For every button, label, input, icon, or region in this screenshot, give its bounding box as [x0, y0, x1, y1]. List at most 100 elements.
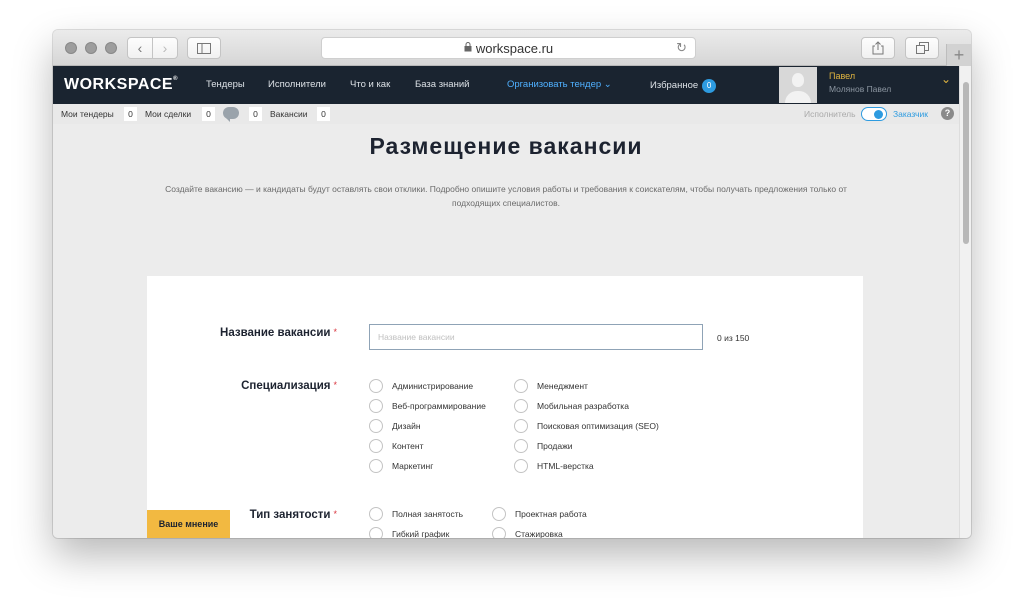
close-window-button[interactable]	[65, 42, 77, 54]
role-executor-label[interactable]: Исполнитель	[804, 109, 856, 119]
browser-window: ‹ › workspace.ru ↻ + WORKSPACE® Тендеры …	[53, 30, 971, 538]
employment-option[interactable]: Проектная работа	[492, 507, 587, 521]
specialization-option[interactable]: Администрирование	[369, 379, 473, 393]
employment-option[interactable]: Гибкий график	[369, 527, 449, 538]
specialization-option-label: Менеджмент	[537, 381, 588, 391]
employment-option-label: Стажировка	[515, 529, 563, 538]
specialization-option-label: Контент	[392, 441, 424, 451]
radio-button[interactable]	[369, 379, 383, 393]
page-title: Размещение вакансии	[369, 133, 643, 159]
role-customer-label[interactable]: Заказчик	[893, 109, 928, 119]
vacancy-name-label-text: Название вакансии	[220, 327, 331, 339]
specialization-label-text: Специализация	[241, 380, 331, 392]
forward-button[interactable]: ›	[152, 37, 178, 59]
required-mark: *	[333, 509, 337, 519]
radio-button[interactable]	[492, 527, 506, 538]
radio-button[interactable]	[514, 379, 528, 393]
specialization-option[interactable]: Веб-программирование	[369, 399, 486, 413]
address-url: workspace.ru	[475, 40, 554, 56]
radio-button[interactable]	[369, 419, 383, 433]
specialization-label: Специализация *	[147, 380, 337, 392]
radio-button[interactable]	[514, 439, 528, 453]
specialization-option[interactable]: Менеджмент	[514, 379, 588, 393]
avatar[interactable]	[779, 67, 817, 103]
vacancies-count: 0	[317, 107, 330, 121]
radio-button[interactable]	[369, 507, 383, 521]
chevron-right-icon: ›	[162, 40, 168, 56]
vacancy-name-counter: 0 из 150	[717, 333, 750, 343]
radio-button[interactable]	[369, 459, 383, 473]
favorites-count-badge: 0	[702, 79, 717, 93]
nav-how-to[interactable]: Что и как	[350, 79, 390, 90]
role-toggle[interactable]	[861, 107, 887, 121]
radio-button[interactable]	[369, 399, 383, 413]
logo-mark: ®	[173, 76, 179, 82]
page-content: Размещение вакансии Создайте вакансию — …	[53, 124, 959, 538]
user-full-name: Молянов Павел	[829, 84, 892, 94]
nav-organize-tender[interactable]: Организовать тендер ⌄	[507, 79, 612, 90]
help-icon[interactable]: ?	[941, 107, 954, 120]
specialization-option-label: Маркетинг	[392, 461, 434, 471]
employment-option[interactable]: Стажировка	[492, 527, 563, 538]
radio-button[interactable]	[514, 419, 528, 433]
radio-button[interactable]	[514, 459, 528, 473]
employment-option[interactable]: Полная занятость	[369, 507, 463, 521]
user-menu-chevron-icon[interactable]: ⌄	[941, 72, 951, 86]
radio-button[interactable]	[369, 527, 383, 538]
share-icon	[872, 41, 884, 55]
nav-executors[interactable]: Исполнители	[268, 79, 326, 90]
chat-icon[interactable]	[223, 107, 239, 122]
tabs-icon	[915, 42, 929, 54]
back-button[interactable]: ‹	[127, 37, 153, 59]
nav-tenders[interactable]: Тендеры	[206, 79, 245, 90]
specialization-option[interactable]: Поисковая оптимизация (SEO)	[514, 419, 659, 433]
avatar-body-icon	[785, 91, 811, 103]
page-description: Создайте вакансию — и кандидаты будут ос…	[165, 184, 847, 208]
specialization-option-label: HTML-верстка	[537, 461, 594, 471]
specialization-option[interactable]: Маркетинг	[369, 459, 433, 473]
nav-knowledge-base[interactable]: База знаний	[415, 79, 469, 90]
page-scrollbar[interactable]	[959, 66, 971, 538]
specialization-option[interactable]: HTML-верстка	[514, 459, 594, 473]
specialization-option-label: Администрирование	[392, 381, 474, 391]
required-mark: *	[333, 380, 337, 390]
specialization-option[interactable]: Мобильная разработка	[514, 399, 629, 413]
employment-option-label: Полная занятость	[392, 509, 464, 519]
maximize-window-button[interactable]	[105, 42, 117, 54]
vacancy-name-input[interactable]	[369, 324, 703, 350]
specialization-option[interactable]: Контент	[369, 439, 424, 453]
user-name[interactable]: Павел	[829, 71, 855, 81]
employment-option-label: Гибкий график	[392, 529, 450, 538]
sidebar-toggle-button[interactable]	[187, 37, 221, 59]
organize-label: Организовать тендер	[507, 79, 602, 90]
reload-icon[interactable]: ↻	[676, 40, 687, 56]
toggle-knob	[874, 110, 883, 119]
browser-titlebar: ‹ › workspace.ru ↻ +	[53, 30, 971, 66]
vacancies-link[interactable]: Вакансии	[270, 109, 307, 119]
vacancy-form: Название вакансии* 0 из 150 Специализаци…	[147, 276, 863, 538]
radio-button[interactable]	[492, 507, 506, 521]
specialization-option[interactable]: Дизайн	[369, 419, 421, 433]
chat-count: 0	[249, 107, 262, 121]
my-tenders-link[interactable]: Мои тендеры	[61, 109, 114, 119]
address-bar[interactable]: workspace.ru ↻	[321, 37, 696, 59]
radio-button[interactable]	[369, 439, 383, 453]
share-button[interactable]	[861, 37, 895, 59]
specialization-option-label: Продажи	[537, 441, 573, 451]
lock-icon	[464, 41, 472, 55]
minimize-window-button[interactable]	[85, 42, 97, 54]
required-mark: *	[333, 327, 337, 337]
new-tab-button[interactable]: +	[946, 44, 971, 66]
tabs-overview-button[interactable]	[905, 37, 939, 59]
radio-button[interactable]	[514, 399, 528, 413]
my-deals-link[interactable]: Мои сделки	[145, 109, 191, 119]
specialization-option-label: Поисковая оптимизация (SEO)	[537, 421, 659, 431]
employment-option-label: Проектная работа	[515, 509, 587, 519]
feedback-button[interactable]: Ваше мнение	[147, 510, 230, 538]
chevron-left-icon: ‹	[137, 40, 143, 56]
scrollbar-thumb[interactable]	[963, 82, 969, 244]
nav-favorites[interactable]: Избранное 0	[650, 79, 717, 93]
chevron-down-icon: ⌄	[603, 79, 612, 90]
specialization-option[interactable]: Продажи	[514, 439, 573, 453]
workspace-logo[interactable]: WORKSPACE®	[64, 76, 178, 94]
